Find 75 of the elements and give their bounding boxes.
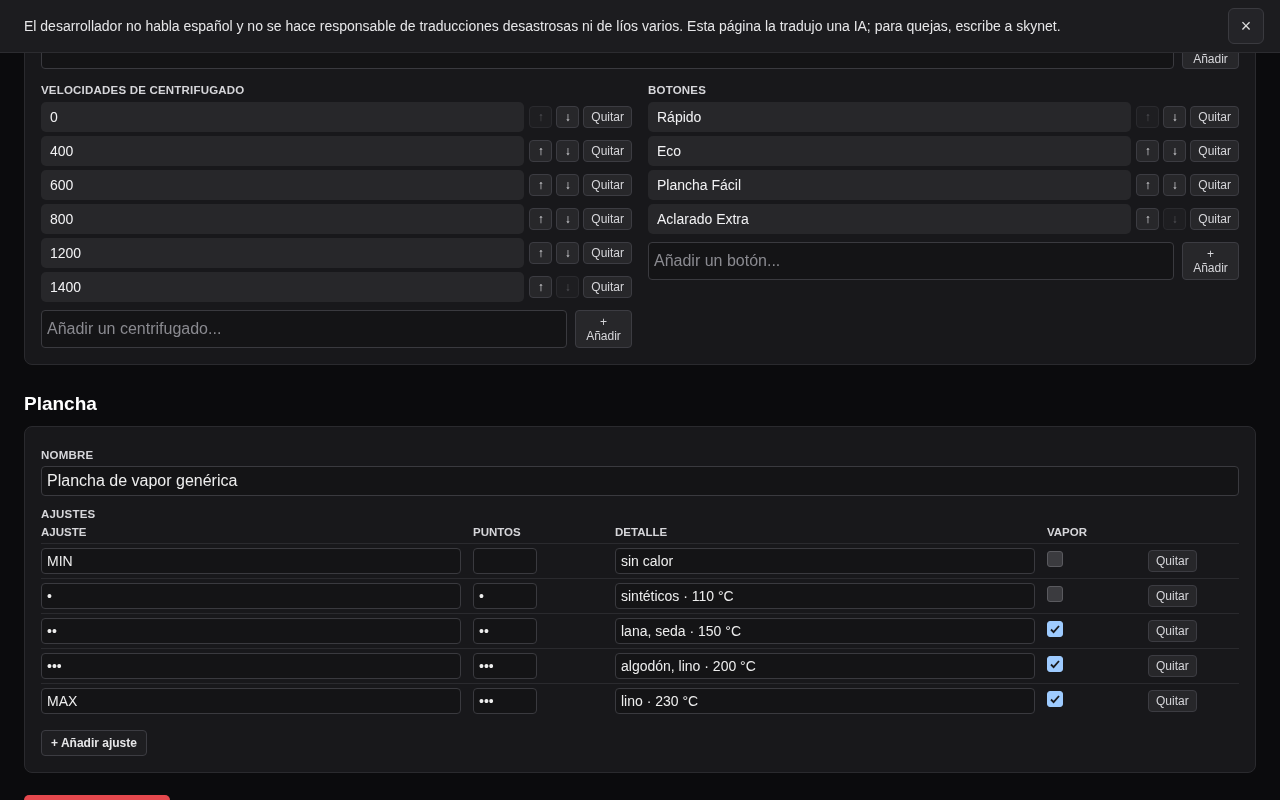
section-label: VELOCIDADES DE CENTRIFUGADO <box>41 84 246 96</box>
detail-field[interactable]: lino · 230 °C <box>615 688 1035 714</box>
remove-button[interactable]: Quitar <box>1148 585 1197 607</box>
remove-button[interactable]: Quitar <box>583 208 632 230</box>
move-down-button[interactable]: ↓ <box>556 174 580 196</box>
remove-button[interactable]: Quitar <box>1190 174 1239 196</box>
list-item-field[interactable]: 800 <box>41 204 525 234</box>
remove-button[interactable]: Quitar <box>583 106 632 128</box>
list-item-field[interactable]: Eco <box>648 136 1132 166</box>
detail-field[interactable]: sintéticos · 110 °C <box>615 583 1035 609</box>
column-header: DETALLE <box>615 526 668 538</box>
remove-button[interactable]: Quitar <box>1190 106 1239 128</box>
section-label: AJUSTES <box>41 508 97 520</box>
dots-field[interactable] <box>473 548 537 574</box>
remove-button[interactable]: Quitar <box>1148 655 1197 677</box>
remove-button[interactable]: Quitar <box>1190 208 1239 230</box>
setting-field[interactable]: ••• <box>41 653 461 679</box>
remove-button[interactable]: Quitar <box>1148 690 1197 712</box>
move-up-button[interactable]: ↑ <box>529 276 553 298</box>
dots-field[interactable]: • <box>473 583 537 609</box>
detail-field[interactable]: lana, seda · 150 °C <box>615 618 1035 644</box>
setting-field[interactable]: •• <box>41 618 461 644</box>
list-item-field[interactable]: Plancha Fácil <box>648 170 1132 200</box>
column-header: VAPOR <box>1047 526 1088 538</box>
move-up-button[interactable]: ↑ <box>529 140 553 162</box>
column-header: PUNTOS <box>473 526 521 538</box>
list-item-field[interactable]: 1400 <box>41 272 525 302</box>
list-item-field[interactable]: 0 <box>41 102 525 132</box>
remove-button[interactable]: Quitar <box>1148 620 1197 642</box>
move-down-button[interactable]: ↓ <box>556 242 580 264</box>
section-heading: Plancha <box>24 393 98 415</box>
add-button[interactable]: + Añadir <box>575 310 632 348</box>
list-item-field[interactable]: 600 <box>41 170 525 200</box>
detail-field[interactable]: sin calor <box>615 548 1035 574</box>
list-item-field[interactable]: 1200 <box>41 238 525 268</box>
detail-field[interactable]: algodón, lino · 200 °C <box>615 653 1035 679</box>
move-up-button[interactable]: ↑ <box>1136 208 1160 230</box>
move-up-button[interactable]: ↑ <box>529 208 553 230</box>
add-input-field[interactable]: Añadir un centrifugado... <box>41 310 567 348</box>
remove-button[interactable]: Quitar <box>583 140 632 162</box>
list-item-field[interactable]: Aclarado Extra <box>648 204 1132 234</box>
move-up-button[interactable]: ↑ <box>1136 140 1160 162</box>
move-down-button[interactable]: ↓ <box>556 208 580 230</box>
setting-field[interactable]: MIN <box>41 548 461 574</box>
name-field[interactable]: Plancha de vapor genérica <box>41 466 1239 496</box>
setting-field[interactable]: MAX <box>41 688 461 714</box>
add-button[interactable]: + Añadir <box>1182 242 1239 280</box>
steam-checkbox[interactable] <box>1047 551 1063 567</box>
setting-field[interactable]: • <box>41 583 461 609</box>
remove-button[interactable]: Quitar <box>583 276 632 298</box>
field-label: NOMBRE <box>41 449 95 461</box>
move-up-button[interactable]: ↑ <box>1136 174 1160 196</box>
close-button[interactable]: × <box>1228 8 1264 44</box>
move-down-button[interactable]: ↓ <box>1163 174 1187 196</box>
remove-button[interactable]: Quitar <box>1190 140 1239 162</box>
add-setting-button[interactable]: + Añadir ajuste <box>41 730 147 756</box>
move-down-button[interactable]: ↓ <box>1163 140 1187 162</box>
remove-button[interactable]: Quitar <box>583 174 632 196</box>
section-label: BOTONES <box>648 84 708 96</box>
move-up-button[interactable]: ↑ <box>529 174 553 196</box>
remove-button[interactable]: Quitar <box>583 242 632 264</box>
dots-field[interactable]: ••• <box>473 653 537 679</box>
move-down-button[interactable]: ↓ <box>556 140 580 162</box>
add-input-field[interactable]: Añadir un botón... <box>648 242 1174 280</box>
dots-field[interactable]: ••• <box>473 688 537 714</box>
list-item-field[interactable]: Rápido <box>648 102 1132 132</box>
notice-text: El desarrollador no habla español y no se hace responsable de traducciones desastrosas ni de líos varios. Esta página la tradujo una IA; para quejas, escribe a skynet. <box>24 18 1061 34</box>
dots-field[interactable]: •• <box>473 618 537 644</box>
move-down-button[interactable]: ↓ <box>1163 106 1187 128</box>
steam-checkbox[interactable] <box>1047 586 1063 602</box>
move-down-button[interactable]: ↓ <box>556 106 580 128</box>
column-header: AJUSTE <box>41 526 87 538</box>
remove-button[interactable]: Quitar <box>1148 550 1197 572</box>
move-up-button[interactable]: ↑ <box>529 242 553 264</box>
list-item-field[interactable]: 400 <box>41 136 525 166</box>
